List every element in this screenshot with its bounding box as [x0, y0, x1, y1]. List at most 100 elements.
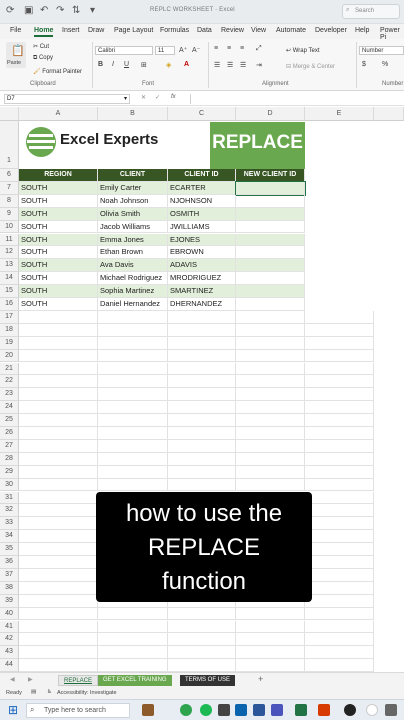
taskbar-app-icon[interactable]	[218, 704, 230, 716]
empty-cell[interactable]	[236, 465, 305, 479]
excel-icon[interactable]	[295, 704, 307, 716]
menu-tab-formulas[interactable]: Formulas	[160, 27, 189, 34]
empty-cell[interactable]	[168, 646, 236, 660]
table-cell[interactable]: Sophia Martinez	[98, 285, 168, 298]
table-cell[interactable]	[236, 259, 305, 273]
empty-cell[interactable]	[19, 607, 98, 621]
empty-cell[interactable]	[168, 349, 236, 363]
redo-icon[interactable]: ↷	[56, 5, 64, 16]
orientation-icon[interactable]: ⤢	[256, 45, 262, 53]
empty-cell[interactable]	[168, 607, 236, 621]
row-header[interactable]: 1	[0, 121, 19, 169]
empty-cell[interactable]	[98, 465, 168, 479]
empty-cell[interactable]	[236, 620, 305, 634]
empty-cell[interactable]	[19, 336, 98, 350]
row-header[interactable]: 8	[0, 194, 19, 208]
empty-cell[interactable]	[19, 517, 98, 531]
empty-cell[interactable]	[236, 349, 305, 363]
column-header-a[interactable]: A	[19, 107, 98, 121]
empty-cell[interactable]	[19, 659, 98, 673]
table-cell[interactable]: Ava Davis	[98, 259, 168, 273]
table-cell[interactable]: EJONES	[168, 233, 236, 247]
empty-cell[interactable]	[236, 375, 305, 389]
empty-cell[interactable]	[19, 620, 98, 634]
cancel-entry-icon[interactable]: ✕	[141, 94, 146, 101]
align-middle-icon[interactable]: ≡	[227, 45, 231, 52]
empty-cell[interactable]	[305, 568, 374, 582]
align-left-icon[interactable]: ☰	[214, 61, 220, 69]
empty-cell[interactable]	[236, 439, 305, 453]
scroll-right-icon[interactable]: ▶	[28, 676, 33, 683]
empty-cell[interactable]	[98, 414, 168, 427]
empty-cell[interactable]	[305, 362, 374, 376]
menu-tab-file[interactable]: File	[10, 27, 21, 34]
table-cell[interactable]: SOUTH	[19, 285, 98, 298]
empty-cell[interactable]	[98, 620, 168, 634]
empty-cell[interactable]	[19, 594, 98, 608]
chrome-icon[interactable]	[366, 704, 378, 716]
row-header[interactable]: 20	[0, 349, 19, 363]
font-name-select[interactable]: Calibri	[95, 46, 153, 55]
table-cell[interactable]: Olivia Smith	[98, 207, 168, 221]
empty-cell[interactable]	[305, 452, 374, 466]
empty-cell[interactable]	[305, 323, 374, 337]
format-painter-button[interactable]: 🖌 Format Painter	[33, 68, 82, 75]
table-cell[interactable]: SOUTH	[19, 246, 98, 260]
table-cell[interactable]: SOUTH	[19, 181, 98, 195]
empty-cell[interactable]	[305, 491, 374, 505]
empty-cell[interactable]	[19, 543, 98, 556]
row-header[interactable]: 6	[0, 169, 19, 182]
empty-cell[interactable]	[19, 349, 98, 363]
sheet-tab[interactable]: GET EXCEL TRAINING	[98, 675, 172, 686]
row-header[interactable]: 36	[0, 556, 19, 569]
increase-font-icon[interactable]: A⁺	[179, 46, 187, 54]
table-header-cell[interactable]: CLIENT ID	[168, 169, 236, 182]
scroll-left-icon[interactable]: ◀	[10, 676, 15, 683]
empty-cell[interactable]	[19, 439, 98, 453]
confirm-entry-icon[interactable]: ✓	[155, 94, 160, 101]
menu-tab-home[interactable]: Home	[34, 27, 54, 37]
sheet-tab[interactable]: TERMS OF USE	[180, 675, 236, 686]
empty-cell[interactable]	[98, 646, 168, 660]
sort-icon[interactable]: ⇅	[72, 5, 80, 16]
empty-cell[interactable]	[98, 310, 168, 324]
empty-cell[interactable]	[305, 375, 374, 389]
empty-cell[interactable]	[305, 478, 374, 492]
borders-icon[interactable]: ⊞	[141, 61, 147, 69]
formula-input[interactable]	[190, 94, 402, 104]
empty-cell[interactable]	[168, 427, 236, 440]
empty-cell[interactable]	[236, 633, 305, 647]
empty-cell[interactable]	[98, 388, 168, 402]
menu-tab-draw[interactable]: Draw	[88, 27, 104, 34]
decrease-font-icon[interactable]: A⁻	[192, 46, 200, 54]
empty-cell[interactable]	[98, 427, 168, 440]
empty-cell[interactable]	[19, 491, 98, 505]
empty-cell[interactable]	[19, 478, 98, 492]
table-cell[interactable]	[236, 246, 305, 260]
empty-cell[interactable]	[236, 388, 305, 402]
empty-cell[interactable]	[168, 323, 236, 337]
empty-cell[interactable]	[305, 659, 374, 673]
row-header[interactable]: 43	[0, 646, 19, 660]
empty-cell[interactable]	[168, 620, 236, 634]
menu-tab-automate[interactable]: Automate	[276, 27, 306, 34]
row-header[interactable]: 14	[0, 272, 19, 286]
table-cell[interactable]: Ethan Brown	[98, 246, 168, 260]
empty-cell[interactable]	[168, 478, 236, 492]
empty-cell[interactable]	[236, 478, 305, 492]
autosave-icon[interactable]: ⟳	[6, 5, 14, 16]
empty-cell[interactable]	[98, 607, 168, 621]
empty-cell[interactable]	[98, 323, 168, 337]
cut-button[interactable]: ✂ Cut	[33, 43, 49, 50]
table-cell[interactable]	[235, 180, 306, 196]
underline-button[interactable]: U	[124, 61, 129, 68]
empty-cell[interactable]	[19, 504, 98, 518]
table-cell[interactable]: Michael Rodriguez	[98, 272, 168, 286]
empty-cell[interactable]	[236, 323, 305, 337]
sheet-tab[interactable]: REPLACE	[58, 675, 99, 686]
add-sheet-icon[interactable]: +	[258, 674, 263, 684]
empty-cell[interactable]	[168, 633, 236, 647]
table-cell[interactable]: SOUTH	[19, 298, 98, 311]
italic-button[interactable]: I	[112, 61, 114, 68]
align-bottom-icon[interactable]: ≡	[240, 45, 244, 52]
